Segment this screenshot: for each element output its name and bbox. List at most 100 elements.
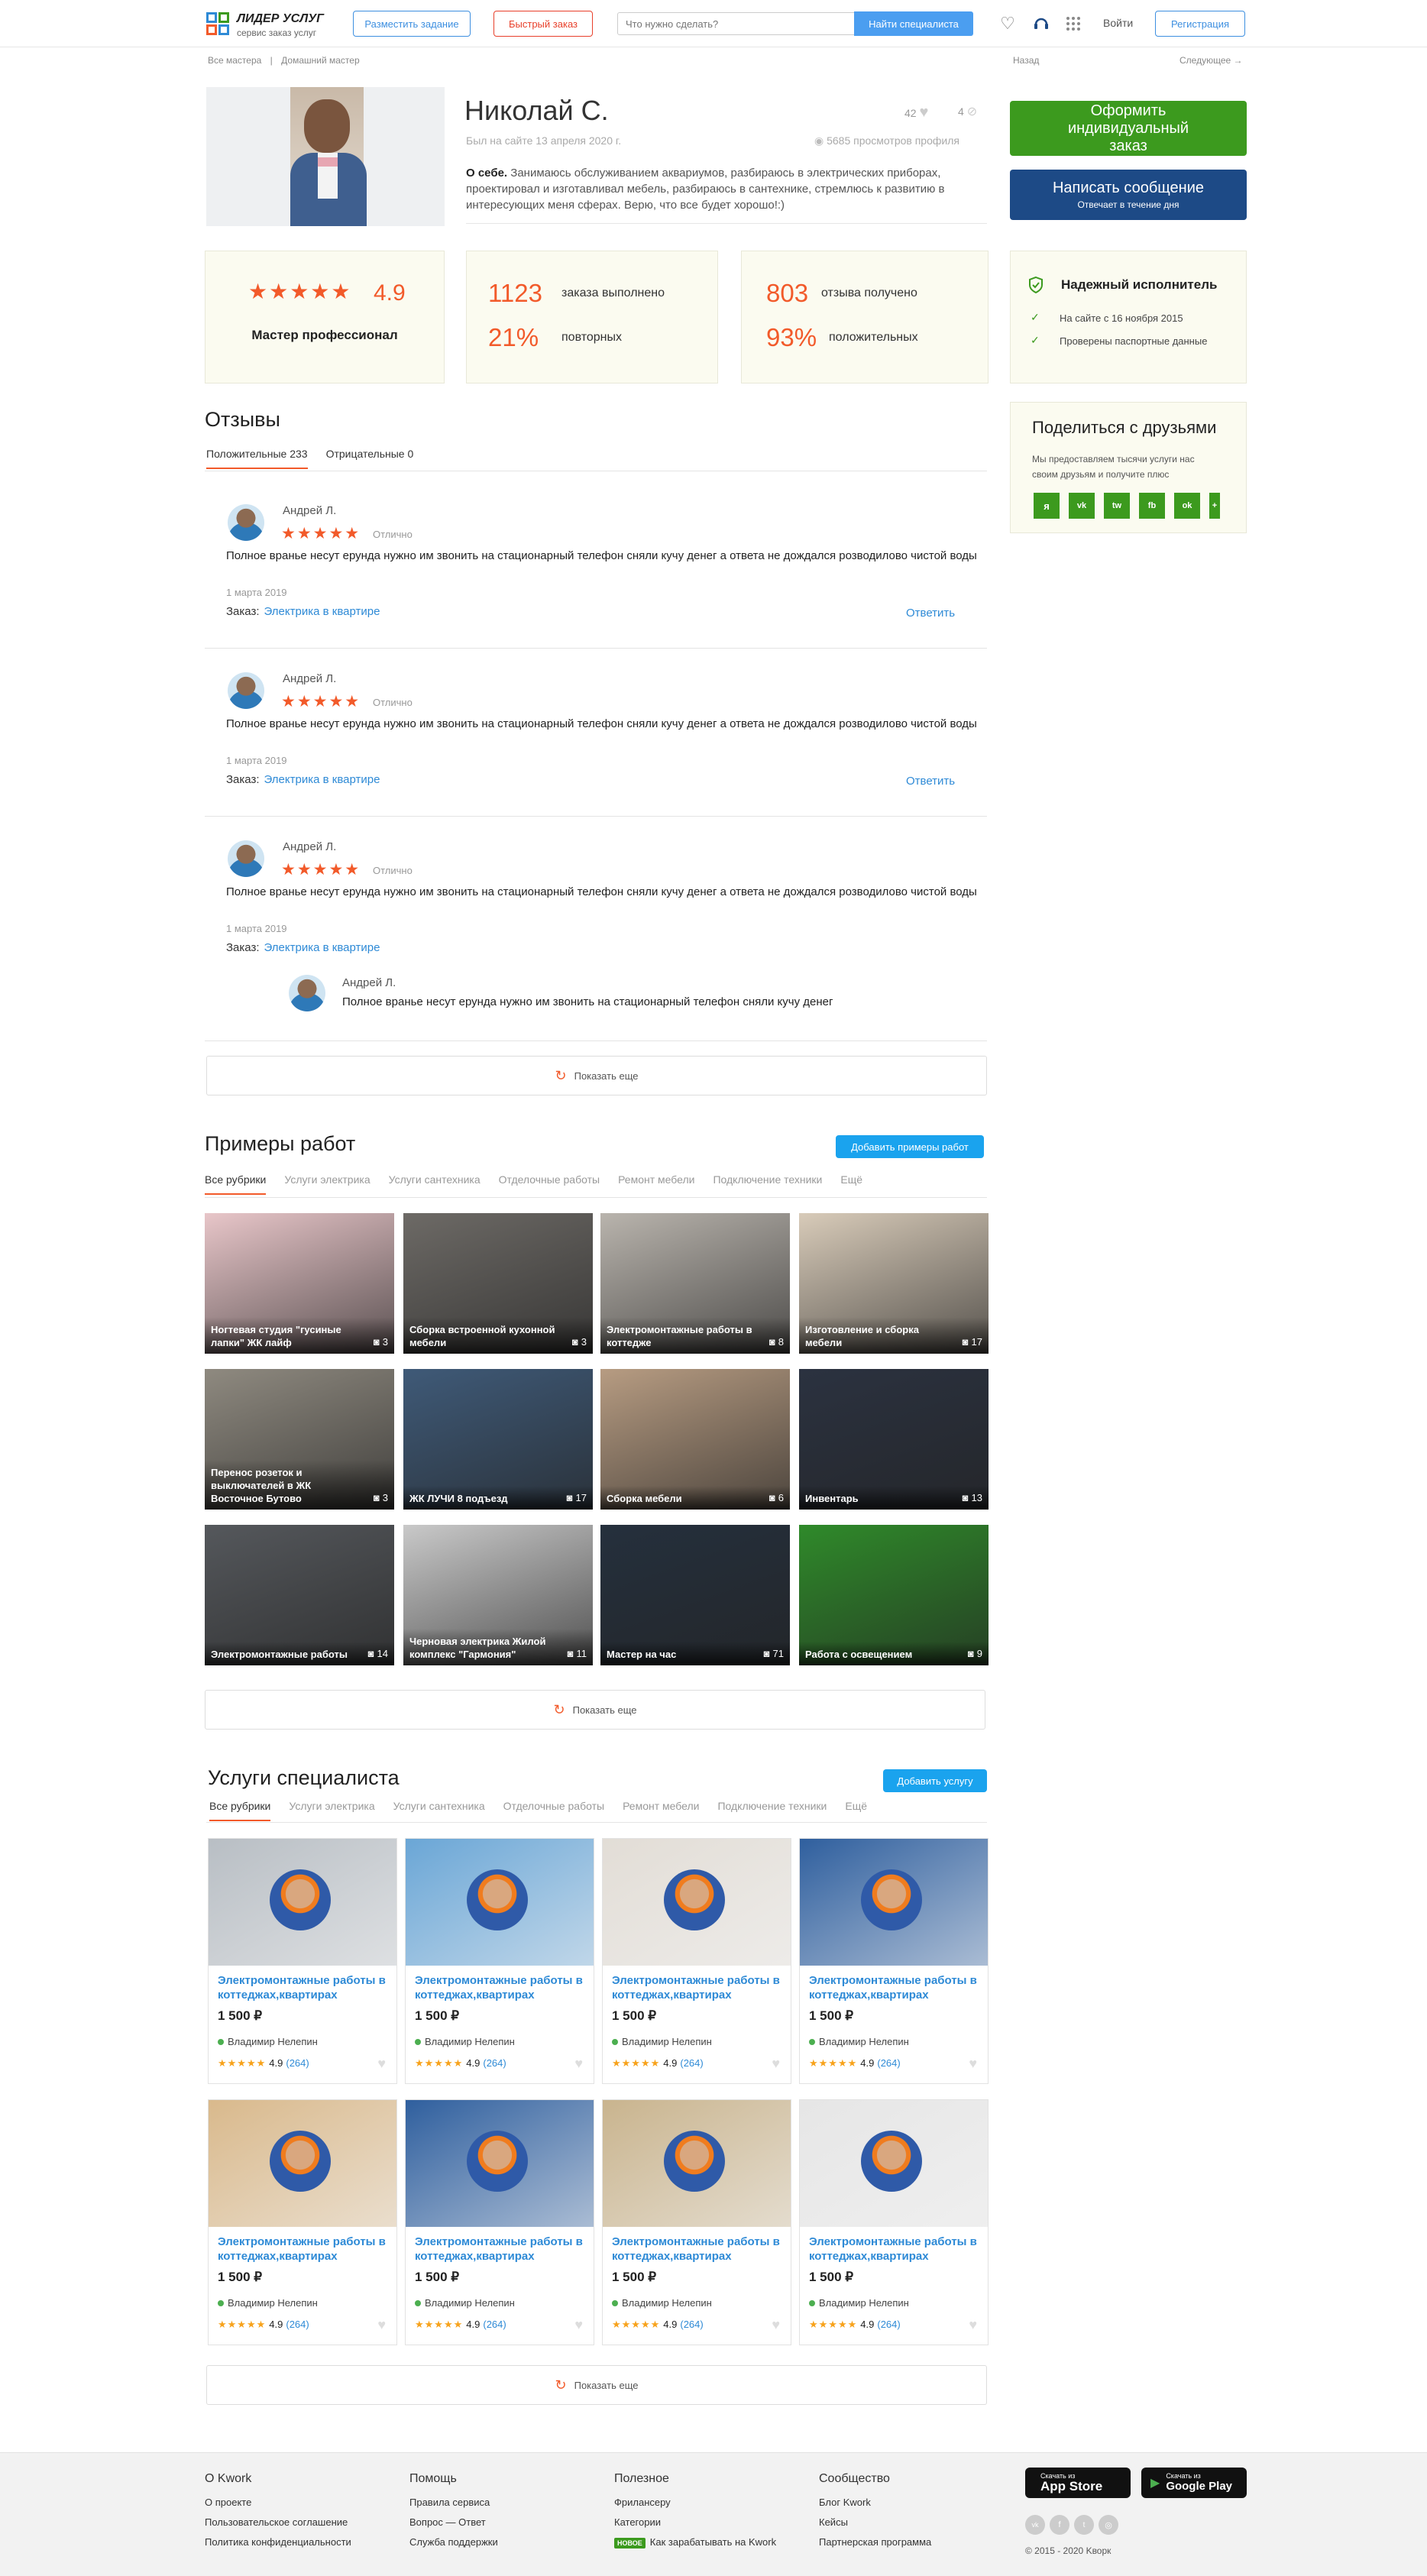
reviews-count[interactable]: (264) [286, 2319, 309, 2330]
reply-link[interactable]: Ответить [906, 607, 955, 620]
service-author[interactable]: Владимир Нелепин [809, 2297, 909, 2309]
tab-3[interactable]: Отделочные работы [503, 1800, 604, 1821]
tab-4[interactable]: Ремонт мебели [623, 1800, 699, 1821]
works-show-more-button[interactable]: ↻ Показать еще [205, 1690, 985, 1730]
work-tile[interactable]: Сборка встроенной кухонной мебели ◙ 3 [403, 1213, 593, 1354]
back-link[interactable]: Назад [1013, 55, 1039, 66]
work-tile[interactable]: Инвентарь ◙ 13 [799, 1369, 989, 1510]
tab-5[interactable]: Подключение техники [717, 1800, 827, 1821]
vk-icon[interactable]: vk [1069, 493, 1095, 519]
footer-link[interactable]: Служба поддержки [409, 2536, 498, 2548]
service-title[interactable]: Электромонтажные работы в коттеджах,квар… [415, 2235, 587, 2264]
work-tile[interactable]: Работа с освещением ◙ 9 [799, 1525, 989, 1665]
work-tile[interactable]: Изготовление и сборка мебели ◙ 17 [799, 1213, 989, 1354]
review-order-link[interactable]: Электрика в квартире [264, 941, 380, 954]
headset-icon[interactable] [1031, 14, 1051, 34]
footer-link[interactable]: Пользовательское соглашение [205, 2516, 351, 2528]
twitter-icon[interactable]: tw [1104, 493, 1130, 519]
work-tile[interactable]: Черновая электрика Жилой комплекс "Гармо… [403, 1525, 593, 1665]
service-title[interactable]: Электромонтажные работы в коттеджах,квар… [612, 1973, 784, 2002]
heart-icon[interactable]: ♡ [998, 14, 1018, 34]
service-card[interactable]: Электромонтажные работы в коттеджах,квар… [799, 2099, 989, 2345]
heart-icon[interactable]: ♥ [919, 104, 928, 121]
footer-link[interactable]: Вопрос — Ответ [409, 2516, 498, 2528]
heart-icon[interactable]: ♥ [377, 2056, 386, 2072]
tab-positive[interactable]: Положительные 233 [206, 448, 308, 469]
footer-link[interactable]: Партнерская программа [819, 2536, 931, 2548]
footer-link[interactable]: Фрилансеру [614, 2497, 776, 2508]
service-author[interactable]: Владимир Нелепин [809, 2036, 909, 2047]
service-title[interactable]: Электромонтажные работы в коттеджах,квар… [218, 1973, 390, 2002]
footer-link[interactable]: О проекте [205, 2497, 351, 2508]
reviews-count[interactable]: (264) [680, 2057, 703, 2069]
service-title[interactable]: Электромонтажные работы в коттеджах,квар… [218, 2235, 390, 2264]
facebook-icon[interactable]: f [1050, 2515, 1069, 2535]
reviews-count[interactable]: (264) [877, 2319, 900, 2330]
heart-icon[interactable]: ♥ [772, 2317, 780, 2333]
googleplay-button[interactable]: ▶ Скачать из Google Play [1141, 2468, 1247, 2498]
add-works-button[interactable]: Добавить примеры работ [836, 1135, 984, 1158]
service-card[interactable]: Электромонтажные работы в коттеджах,квар… [208, 1838, 397, 2084]
heart-icon[interactable]: ♥ [574, 2317, 583, 2333]
reviews-show-more-button[interactable]: ↻ Показать еще [206, 1056, 987, 1095]
service-card[interactable]: Электромонтажные работы в коттеджах,квар… [799, 1838, 989, 2084]
odnoklassniki-icon[interactable]: ok [1174, 493, 1200, 519]
tab-3[interactable]: Отделочные работы [499, 1173, 600, 1195]
next-link[interactable]: Следующее → [1179, 55, 1243, 66]
eye-off-icon[interactable]: ⊘ [967, 105, 977, 118]
service-title[interactable]: Электромонтажные работы в коттеджах,квар… [612, 2235, 784, 2264]
service-author[interactable]: Владимир Нелепин [218, 2297, 318, 2309]
service-title[interactable]: Электромонтажные работы в коттеджах,квар… [809, 2235, 981, 2264]
service-author[interactable]: Владимир Нелепин [415, 2036, 515, 2047]
footer-link[interactable]: Политика конфиденциальности [205, 2536, 351, 2548]
footer-link-earn[interactable]: НОВОЕ Как зарабатывать на Kwork [614, 2536, 776, 2548]
reviews-count[interactable]: (264) [286, 2057, 309, 2069]
tab-0[interactable]: Все рубрики [209, 1800, 271, 1821]
work-tile[interactable]: Электромонтажные работы ◙ 14 [205, 1525, 394, 1665]
heart-icon[interactable]: ♥ [377, 2317, 386, 2333]
review-order-link[interactable]: Электрика в квартире [264, 605, 380, 618]
search-button[interactable]: Найти специалиста [854, 11, 973, 36]
breadcrumb-all[interactable]: Все мастера [208, 55, 261, 66]
twitter-icon[interactable]: t [1074, 2515, 1094, 2535]
more-share-icon[interactable]: + [1209, 493, 1220, 519]
reply-link[interactable]: Ответить [906, 775, 955, 788]
post-task-button[interactable]: Разместить задание [353, 11, 471, 37]
service-author[interactable]: Владимир Нелепин [612, 2036, 712, 2047]
tab-2[interactable]: Услуги сантехника [389, 1173, 481, 1195]
heart-icon[interactable]: ♥ [772, 2056, 780, 2072]
service-title[interactable]: Электромонтажные работы в коттеджах,квар… [415, 1973, 587, 2002]
appstore-button[interactable]: Скачать из App Store [1025, 2468, 1131, 2498]
service-card[interactable]: Электромонтажные работы в коттеджах,квар… [208, 2099, 397, 2345]
message-button[interactable]: Написать сообщение Отвечает в течение дн… [1010, 170, 1247, 220]
reviews-count[interactable]: (264) [877, 2057, 900, 2069]
work-tile[interactable]: Мастер на час ◙ 71 [600, 1525, 790, 1665]
service-card[interactable]: Электромонтажные работы в коттеджах,квар… [405, 1838, 594, 2084]
work-tile[interactable]: ЖК ЛУЧИ 8 подъезд ◙ 17 [403, 1369, 593, 1510]
order-button[interactable]: Оформить индивидуальный заказ [1010, 101, 1247, 156]
service-author[interactable]: Владимир Нелепин [612, 2297, 712, 2309]
breadcrumb-current[interactable]: Домашний мастер [281, 55, 360, 66]
heart-icon[interactable]: ♥ [969, 2056, 977, 2072]
tab-6[interactable]: Ещё [840, 1173, 862, 1195]
tab-negative[interactable]: Отрицательные 0 [326, 448, 414, 469]
service-title[interactable]: Электромонтажные работы в коттеджах,квар… [809, 1973, 981, 2002]
review-order-link[interactable]: Электрика в квартире [264, 773, 380, 786]
work-tile[interactable]: Ногтевая студия "гусиные лапки" ЖК лайф ◙… [205, 1213, 394, 1354]
heart-icon[interactable]: ♥ [574, 2056, 583, 2072]
tab-6[interactable]: Ещё [845, 1800, 867, 1821]
service-author[interactable]: Владимир Нелепин [415, 2297, 515, 2309]
work-tile[interactable]: Электромонтажные работы в коттедже ◙ 8 [600, 1213, 790, 1354]
footer-link[interactable]: Блог Kwork [819, 2497, 931, 2508]
reviews-count[interactable]: (264) [483, 2057, 506, 2069]
facebook-icon[interactable]: fb [1139, 493, 1165, 519]
vk-icon[interactable]: vk [1025, 2515, 1045, 2535]
tab-2[interactable]: Услуги сантехника [393, 1800, 485, 1821]
tab-5[interactable]: Подключение техники [713, 1173, 822, 1195]
tab-1[interactable]: Услуги электрика [284, 1173, 370, 1195]
footer-link[interactable]: Категории [614, 2516, 776, 2528]
reviews-count[interactable]: (264) [483, 2319, 506, 2330]
footer-link[interactable]: Кейсы [819, 2516, 931, 2528]
tab-1[interactable]: Услуги электрика [289, 1800, 374, 1821]
service-card[interactable]: Электромонтажные работы в коттеджах,квар… [405, 2099, 594, 2345]
